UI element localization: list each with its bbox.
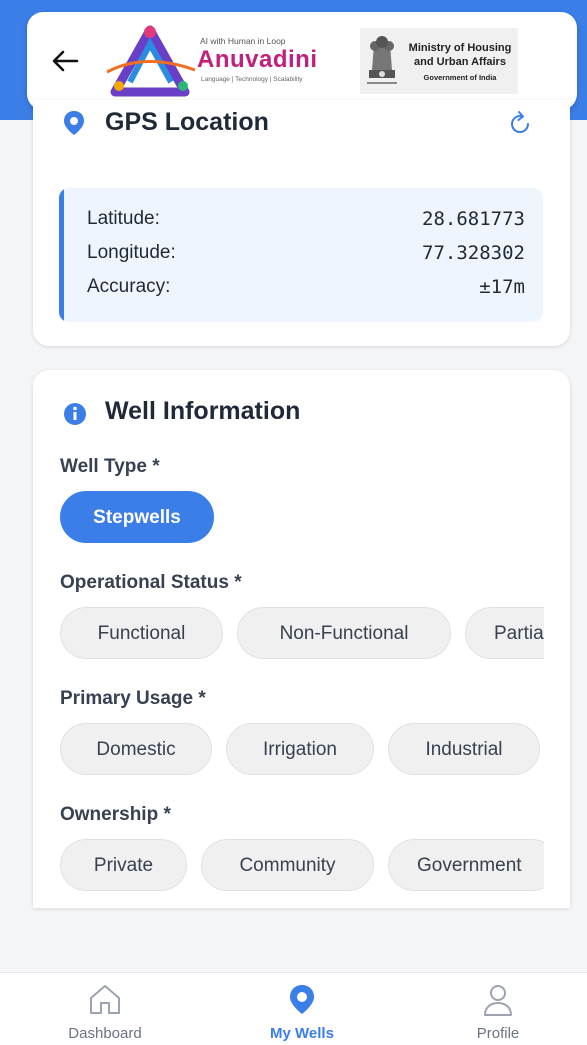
logo-name: Anuvadini [197, 46, 318, 73]
chip-partial[interactable]: Partia [465, 607, 544, 659]
national-emblem-icon [367, 36, 397, 84]
accuracy-value: ±17m [479, 276, 525, 298]
coordinates-panel: Latitude: 28.681773 Longitude: 77.328302… [59, 188, 543, 322]
ownership-chips: Private Community Government [60, 839, 544, 895]
accuracy-label: Accuracy: [87, 276, 171, 297]
operational-status-label: Operational Status * [60, 572, 242, 593]
person-icon [484, 985, 512, 1016]
nav-my-wells[interactable]: My Wells [232, 973, 372, 1045]
location-pin-icon [290, 985, 314, 1014]
longitude-value: 77.328302 [422, 242, 525, 264]
home-icon [90, 985, 120, 1014]
logo-tagline: AI with Human in Loop [200, 36, 286, 46]
chip-domestic[interactable]: Domestic [60, 723, 212, 775]
well-information-card: Well Information Well Type * Stepwells O… [33, 370, 570, 908]
nav-my-wells-label: My Wells [270, 1025, 334, 1042]
info-icon [64, 403, 86, 425]
ministry-name-line1: Ministry of Housing [408, 42, 512, 54]
chip-private[interactable]: Private [60, 839, 187, 891]
well-info-title: Well Information [105, 397, 301, 425]
app-header: AI with Human in Loop Anuvadini Language… [27, 12, 577, 110]
ministry-government: Government of India [423, 73, 497, 82]
operational-status-chips: Functional Non-Functional Partia [60, 607, 544, 663]
primary-usage-chips: Domestic Irrigation Industrial [60, 723, 544, 779]
primary-usage-label: Primary Usage * [60, 688, 206, 709]
nav-profile[interactable]: Profile [428, 973, 568, 1045]
chip-government[interactable]: Government [388, 839, 544, 891]
nav-profile-label: Profile [476, 1025, 520, 1042]
chip-irrigation[interactable]: Irrigation [226, 723, 374, 775]
chip-non-functional[interactable]: Non-Functional [237, 607, 451, 659]
latitude-label: Latitude: [87, 208, 160, 229]
nav-dashboard-label: Dashboard [68, 1025, 142, 1042]
well-type-chips: Stepwells [60, 491, 544, 547]
gps-title: GPS Location [105, 108, 269, 136]
chip-functional[interactable]: Functional [60, 607, 223, 659]
accent-bar [59, 188, 64, 322]
ministry-logo: Ministry of Housing and Urban Affairs Go… [360, 28, 518, 94]
chip-industrial[interactable]: Industrial [388, 723, 540, 775]
chip-stepwells[interactable]: Stepwells [60, 491, 214, 543]
arrow-left-icon[interactable] [49, 46, 81, 76]
ministry-name-line2: and Urban Affairs [414, 56, 506, 68]
nav-dashboard[interactable]: Dashboard [35, 973, 175, 1045]
chip-community[interactable]: Community [201, 839, 374, 891]
bottom-navigation: Dashboard My Wells Profile [0, 972, 587, 1045]
ownership-label: Ownership * [60, 804, 171, 825]
longitude-label: Longitude: [87, 242, 176, 263]
refresh-icon[interactable] [507, 110, 533, 136]
latitude-value: 28.681773 [422, 208, 525, 230]
gps-location-card: GPS Location Latitude: 28.681773 Longitu… [33, 100, 570, 346]
logo-mark-icon [106, 25, 196, 97]
well-type-label: Well Type * [60, 456, 160, 477]
logo-subtitle: Language | Technology | Scalability [201, 76, 303, 83]
location-pin-icon [64, 111, 84, 135]
